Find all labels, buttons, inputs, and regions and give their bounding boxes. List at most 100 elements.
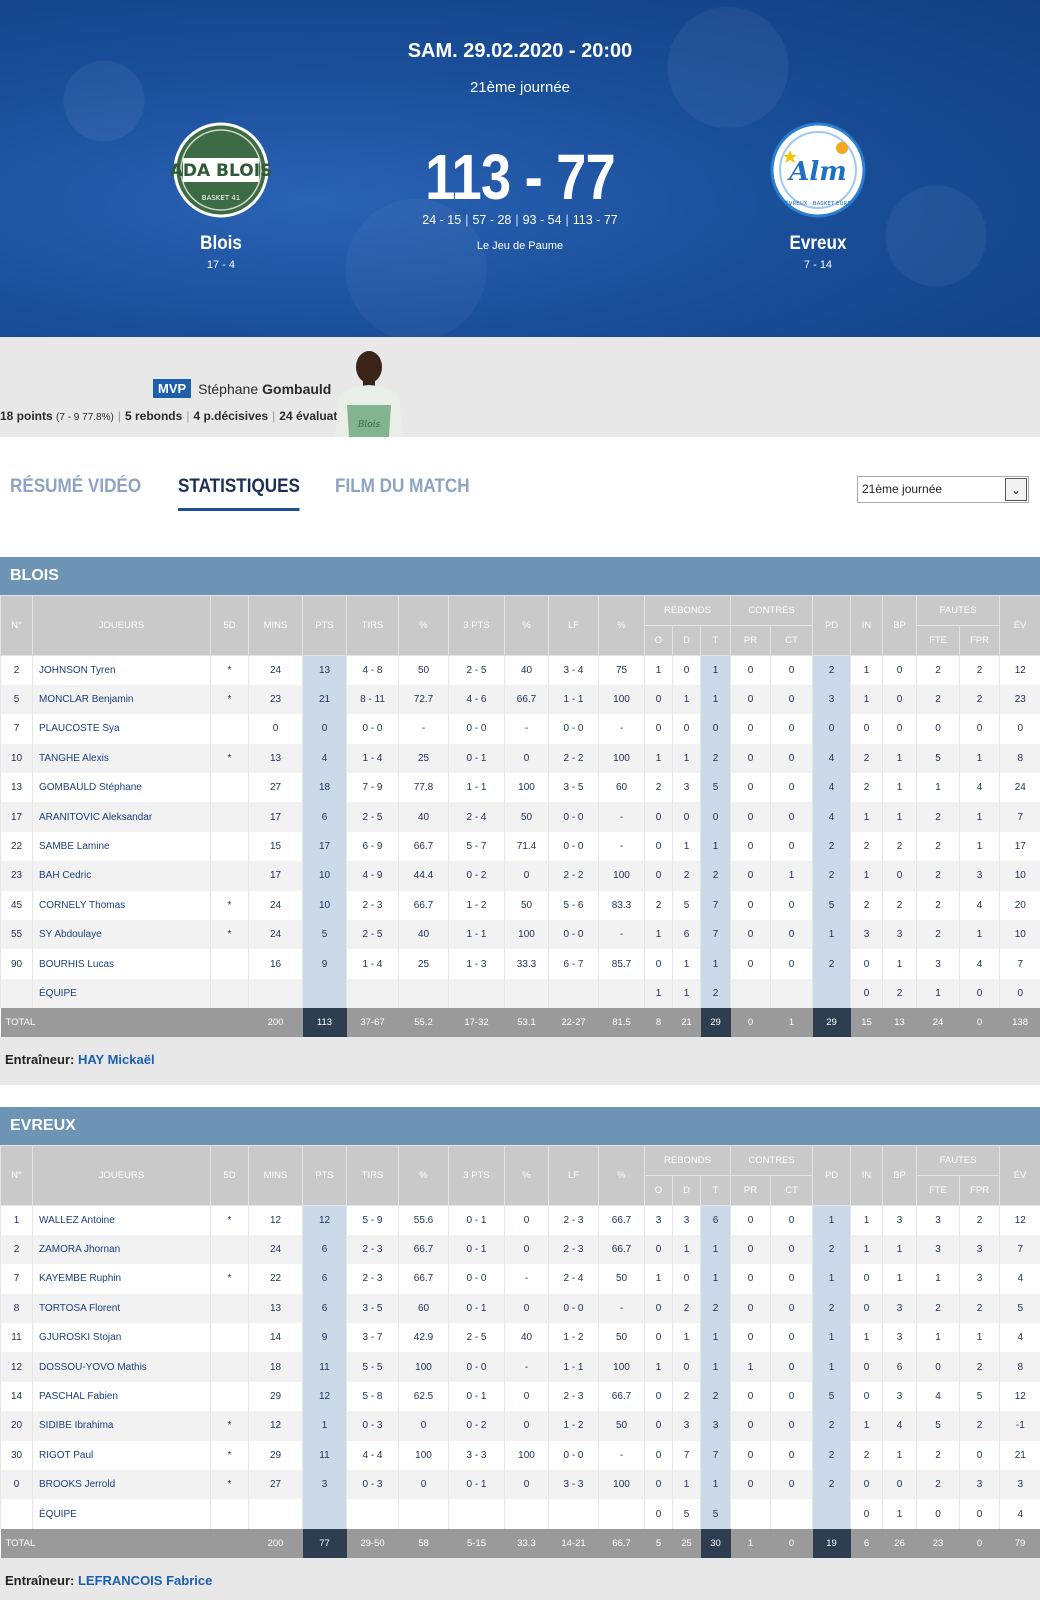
col-bp[interactable]: BP [882,1145,918,1206]
col-rebounds[interactable]: REBONDS [643,1145,732,1176]
player-name-link[interactable]: ARANITOVIC Aleksandar [32,802,211,832]
player-name-link[interactable]: BAH Cedric [32,861,211,891]
col-tirs-pct[interactable]: % [398,1145,449,1206]
col-lf[interactable]: LF [548,595,599,656]
col-ct[interactable]: CT [770,1175,814,1206]
chevron-down-icon[interactable]: ⌄ [1005,478,1027,501]
stat-cell: 0 [644,1234,673,1265]
away-team-name[interactable]: Evreux [755,233,881,255]
col-pr[interactable]: PR [730,1175,772,1206]
col-mins[interactable]: MINS [248,1145,303,1206]
player-name-link[interactable]: DOSSOU-YOVO Mathis [32,1352,211,1382]
col-tirs-pct[interactable]: % [398,595,449,656]
player-name-link[interactable]: PLAUCOSTE Sya [32,714,211,744]
player-name-link[interactable]: GOMBAULD Stéphane [32,773,211,803]
col-ev[interactable]: ÉV [999,1145,1040,1206]
col-three[interactable]: 3 PTS [448,595,505,656]
round-select[interactable]: 21ème journée ⌄ [857,476,1029,503]
stat-cell: 2 [916,1470,960,1500]
player-name-link[interactable]: ZAMORA Jhornan [32,1234,211,1265]
stat-cell: 0 [730,802,771,832]
player-name-link[interactable]: CORNELY Thomas [32,890,211,921]
col-player[interactable]: JOUEURS [32,595,211,656]
stat-cell: 3 [699,1411,731,1441]
col-three-pct[interactable]: % [504,1145,549,1206]
col-mins[interactable]: MINS [248,595,303,656]
coach-name-link[interactable]: HAY Mickaël [78,1052,155,1067]
mvp-last-name[interactable]: Gombauld [262,381,331,397]
stat-cell: 0 [770,1234,813,1265]
stat-cell: 12 [248,1205,303,1235]
player-name-link[interactable]: JOHNSON Tyren [32,655,211,685]
tab-match-film[interactable]: FILM DU MATCH [335,476,470,511]
stat-cell: 2 [644,890,673,921]
col-fte[interactable]: FTE [916,625,961,656]
col-fouls[interactable]: FAUTES [916,1145,1001,1176]
player-name-link[interactable]: KAYEMBE Ruphin [32,1264,211,1294]
col-num[interactable]: N° [0,1145,33,1206]
col-num[interactable]: N° [0,595,33,656]
col-lf-pct[interactable]: % [598,1145,645,1206]
col-tirs[interactable]: TIRS [346,595,399,656]
player-name-link[interactable]: SAMBE Lamine [32,831,211,862]
col-lf-pct[interactable]: % [598,595,645,656]
col-fpr[interactable]: FPR [959,1175,1001,1206]
col-o[interactable]: O [644,1175,673,1206]
col-pd[interactable]: PD [812,595,852,656]
player-name-link[interactable]: PASCHAL Fabien [32,1381,211,1412]
stat-cell: 3 [882,1381,917,1412]
stat-cell: 3 [882,920,917,950]
col-pts[interactable]: PTS [302,595,347,656]
stat-cell: 0 [770,655,813,685]
col-three-pct[interactable]: % [504,595,549,656]
player-name-link[interactable]: BOURHIS Lucas [32,949,211,979]
player-name-link[interactable]: MONCLAR Benjamin [32,684,211,715]
player-name-link[interactable]: SIDIBE Ibrahima [32,1411,211,1441]
stat-cell: 1 [850,1411,883,1441]
col-t[interactable]: T [699,625,732,656]
player-name-link[interactable]: TANGHE Alexis [32,743,211,774]
col-five[interactable]: 5D [210,1145,249,1206]
col-t[interactable]: T [699,1175,732,1206]
player-name-link[interactable]: ÉQUIPE [32,1499,211,1529]
col-pd[interactable]: PD [812,1145,852,1206]
tab-statistics[interactable]: STATISTIQUES [177,476,300,511]
col-bp[interactable]: BP [882,595,918,656]
col-tirs[interactable]: TIRS [346,1145,399,1206]
col-in[interactable]: IN [850,1145,884,1206]
col-blocks[interactable]: CONTRES [730,1145,814,1176]
col-ev[interactable]: ÉV [999,595,1040,656]
col-in[interactable]: IN [850,595,884,656]
col-lf[interactable]: LF [548,1145,599,1206]
stat-cell: * [210,1470,249,1500]
col-fpr[interactable]: FPR [959,625,1001,656]
stat-cell: 1 [882,743,917,774]
table-row: 13 GOMBAULD Stéphane 27 18 7 - 9 77.8 1 - 1 100… [0,773,1040,803]
stat-cell: 0 [699,802,731,832]
col-player[interactable]: JOUEURS [32,1145,211,1206]
col-fte[interactable]: FTE [916,1175,961,1206]
col-pts[interactable]: PTS [302,1145,347,1206]
mvp-first-name[interactable]: Stéphane [198,381,258,397]
player-name-link[interactable]: GJUROSKI Stojan [32,1323,211,1353]
player-name-link[interactable]: WALLEZ Antoine [32,1205,211,1235]
quarter-1: 24 - 15 [422,213,462,227]
player-name-link[interactable]: ÉQUIPE [32,978,211,1009]
col-five[interactable]: 5D [210,595,249,656]
away-team[interactable]: Alm ÉVREUX · BASKET EURE Evreux 7 - 14 [748,120,888,271]
player-name-link[interactable]: SY Abdoulaye [32,920,211,950]
col-d[interactable]: D [672,625,701,656]
col-pr[interactable]: PR [730,625,772,656]
col-rebounds[interactable]: REBONDS [643,595,732,626]
tab-video-summary[interactable]: RÉSUMÉ VIDÉO [10,476,141,511]
player-name-link[interactable]: BROOKS Jerrold [32,1470,211,1500]
col-blocks[interactable]: CONTRES [730,595,814,626]
col-o[interactable]: O [644,625,673,656]
coach-name-link[interactable]: LEFRANCOIS Fabrice [78,1573,212,1588]
col-fouls[interactable]: FAUTES [916,595,1001,626]
col-ct[interactable]: CT [770,625,814,656]
col-d[interactable]: D [672,1175,701,1206]
player-name-link[interactable]: RIGOT Paul [32,1440,211,1471]
col-three[interactable]: 3 PTS [448,1145,505,1206]
player-name-link[interactable]: TORTOSA Florent [32,1293,211,1324]
